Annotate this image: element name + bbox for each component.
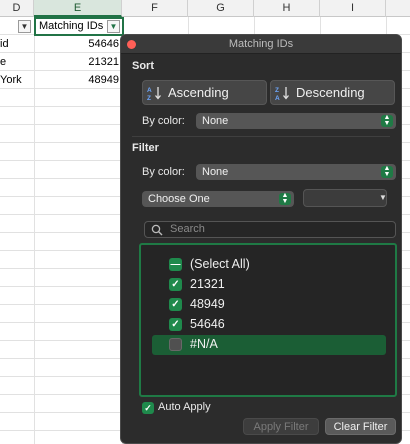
- search-placeholder: Search: [170, 223, 205, 235]
- list-item-highlighted[interactable]: #N/A: [152, 335, 386, 355]
- filter-by-color-value: None: [202, 166, 229, 178]
- cell-d2[interactable]: id: [0, 35, 34, 53]
- sort-descending-label: Descending: [296, 85, 365, 100]
- filter-section-title: Filter: [132, 142, 159, 154]
- filter-values-list: — (Select All) ✓ 21321 ✓ 48949 ✓ 54646 #…: [139, 243, 397, 397]
- sort-ascending-label: Ascending: [168, 85, 229, 100]
- checkbox-mixed-icon[interactable]: —: [169, 258, 182, 271]
- checkbox-unchecked-icon[interactable]: [169, 338, 182, 351]
- list-item[interactable]: ✓ 21321: [152, 275, 386, 295]
- sort-descending-button[interactable]: Z A Descending: [270, 80, 395, 105]
- column-headers: D E F G H I: [0, 0, 410, 17]
- select-arrows-icon: ▲ ▼: [279, 192, 291, 205]
- sort-descending-icon: Z A: [275, 87, 289, 101]
- popup-titlebar: Matching IDs: [121, 35, 401, 54]
- checkbox-checked-icon[interactable]: ✓: [169, 278, 182, 291]
- sort-by-color-label: By color:: [142, 115, 185, 127]
- filter-dropdown-d[interactable]: ▼: [18, 20, 31, 33]
- apply-filter-button[interactable]: Apply Filter: [243, 418, 319, 435]
- column-header-h[interactable]: H: [254, 0, 320, 17]
- column-header-e[interactable]: E: [34, 0, 122, 17]
- popup-title: Matching IDs: [228, 38, 294, 50]
- select-arrows-icon: ▲ ▼: [381, 165, 393, 178]
- cell-e2[interactable]: 54646: [34, 35, 122, 53]
- svg-text:A: A: [147, 87, 152, 94]
- list-item-label: 21321: [190, 277, 225, 291]
- list-item-label: #N/A: [190, 337, 218, 351]
- chevron-down-icon[interactable]: ▼: [377, 189, 389, 207]
- column-header-f[interactable]: F: [122, 0, 188, 17]
- filter-popup: Matching IDs Sort A Z Ascending Z A Desc…: [120, 34, 402, 444]
- search-input[interactable]: Search: [144, 221, 396, 238]
- cell-d3[interactable]: e: [0, 53, 34, 71]
- auto-apply-checkbox[interactable]: ✓: [142, 402, 154, 414]
- filter-condition-value: Choose One: [148, 193, 210, 205]
- filter-active-icon[interactable]: ▼: [107, 20, 120, 33]
- list-item-label: (Select All): [190, 257, 250, 271]
- list-item[interactable]: ✓ 48949: [152, 295, 386, 315]
- cell-e4[interactable]: 48949: [34, 71, 122, 89]
- sort-by-color-select[interactable]: None ▲ ▼: [196, 113, 396, 129]
- list-item-label: 54646: [190, 317, 225, 331]
- checkbox-checked-icon[interactable]: ✓: [169, 298, 182, 311]
- sort-by-color-value: None: [202, 115, 229, 127]
- sort-section-title: Sort: [132, 60, 154, 72]
- checkbox-checked-icon[interactable]: ✓: [169, 318, 182, 331]
- filter-condition-input[interactable]: [303, 189, 387, 207]
- sort-ascending-button[interactable]: A Z Ascending: [142, 80, 267, 105]
- svg-text:Z: Z: [275, 87, 279, 94]
- section-divider: [132, 136, 390, 137]
- close-button[interactable]: [127, 40, 136, 49]
- list-item-label: 48949: [190, 297, 225, 311]
- clear-filter-button[interactable]: Clear Filter: [325, 418, 396, 435]
- svg-text:A: A: [275, 95, 280, 101]
- list-item-select-all[interactable]: — (Select All): [152, 255, 386, 275]
- filter-by-color-select[interactable]: None ▲ ▼: [196, 164, 396, 180]
- svg-text:Z: Z: [147, 95, 151, 101]
- column-header-d[interactable]: D: [0, 0, 34, 17]
- list-item[interactable]: ✓ 54646: [152, 315, 386, 335]
- filter-condition-select[interactable]: Choose One ▲ ▼: [142, 191, 294, 207]
- search-icon: [151, 224, 163, 236]
- cell-d4[interactable]: York: [0, 71, 34, 89]
- auto-apply-label: Auto Apply: [158, 401, 211, 413]
- column-header-g[interactable]: G: [188, 0, 254, 17]
- filter-by-color-label: By color:: [142, 166, 185, 178]
- sort-ascending-icon: A Z: [147, 87, 161, 101]
- column-header-i[interactable]: I: [320, 0, 386, 17]
- select-arrows-icon: ▲ ▼: [381, 114, 393, 127]
- cell-e3[interactable]: 21321: [34, 53, 122, 71]
